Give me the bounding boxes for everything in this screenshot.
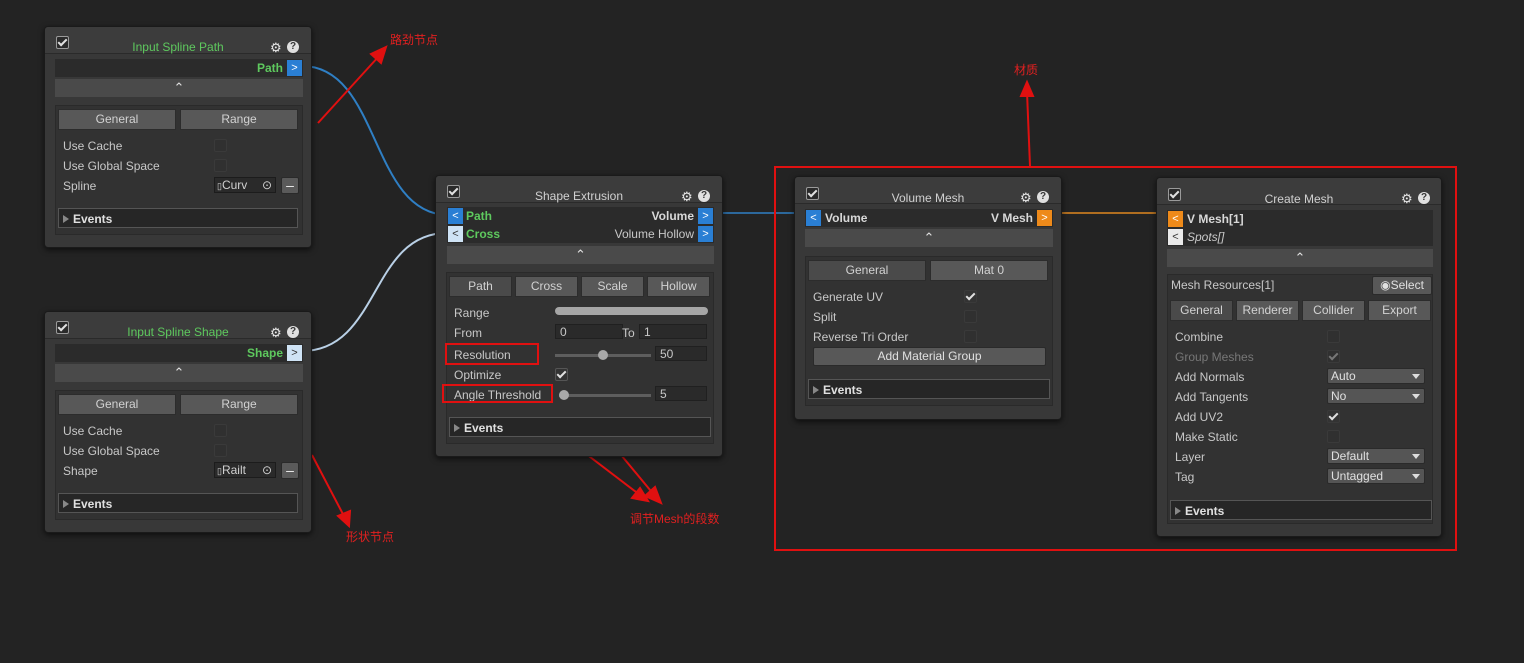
tab-range[interactable]: Range [180,394,298,415]
annotation-shape-node: 形状节点 [346,530,395,544]
use-cache-label: Use Cache [63,424,123,438]
range-slider[interactable] [555,307,708,315]
output-port-volume[interactable]: > [698,208,713,224]
collapse-button[interactable]: ⌃ [55,79,303,97]
gear-icon[interactable]: ⚙ [270,41,283,54]
node-title: Shape Extrusion [534,189,624,203]
input-spline-shape-node[interactable]: Input Spline Shape ⚙ ? Shape > ⌃ General… [44,311,312,533]
events-foldout[interactable]: Events [449,417,711,437]
events-foldout[interactable]: Events [58,208,298,228]
settings-panel: General Range Use Cache Use Global Space… [55,105,303,235]
settings-panel: General Range Use Cache Use Global Space… [55,390,303,520]
port-label-volume: Volume [651,209,694,223]
shape-extrusion-node[interactable]: Shape Extrusion ⚙ ? < Path Volume > < Cr… [435,175,723,457]
gear-icon[interactable]: ⚙ [681,190,694,203]
use-global-space-label: Use Global Space [63,159,160,173]
annotation-mesh-segments: 调节Mesh的段数 [630,512,720,526]
input-port-path[interactable]: < [448,208,463,224]
use-cache-label: Use Cache [63,139,123,153]
material-highlight-box [774,166,1457,551]
help-icon[interactable]: ? [698,190,710,202]
shape-value: Railt [221,463,246,477]
angle-threshold-slider-knob[interactable] [559,390,569,400]
foldout-arrow-icon [63,215,69,223]
use-global-space-label: Use Global Space [63,444,160,458]
from-label: From [454,326,482,340]
resolution-highlight-box [445,343,539,365]
spline-label: Spline [63,179,97,193]
port-label-cross: Cross [466,227,501,241]
events-foldout[interactable]: Events [58,493,298,513]
shape-object-field[interactable]: ▯Railt ⊙ [214,462,276,478]
range-label: Range [454,306,490,320]
node-title-bar[interactable]: Shape Extrusion ⚙ ? [436,176,722,203]
angle-threshold-slider-track[interactable] [559,394,651,397]
output-port-row: Path > [55,59,303,77]
events-label: Events [464,421,504,435]
angle-threshold-highlight-box [442,384,553,403]
port-row-cross-hollow: < Cross Volume Hollow > [447,225,714,243]
arrow-path-node [317,54,381,124]
optimize-label: Optimize [454,368,502,382]
input-port-cross[interactable]: < [448,226,463,242]
port-label-path: Path [466,209,493,223]
tab-cross[interactable]: Cross [515,276,578,297]
shape-label: Shape [63,464,98,478]
collapse-button[interactable]: ⌃ [447,246,714,264]
port-label-shape: Shape [246,346,283,360]
port-label-volume-hollow: Volume Hollow [614,227,694,241]
gear-icon[interactable]: ⚙ [270,326,283,339]
port-label-path: Path [256,61,283,75]
spline-value: Curv [221,178,248,192]
wire-shape-to-cross [301,232,448,352]
events-label: Events [73,497,113,511]
output-port-volume-hollow[interactable]: > [698,226,713,242]
remove-button[interactable]: – [281,462,299,479]
from-input[interactable]: 0 [555,324,623,339]
tab-path[interactable]: Path [449,276,512,297]
tab-hollow[interactable]: Hollow [647,276,710,297]
optimize-checkbox[interactable] [555,368,568,381]
to-label: To [622,326,635,340]
node-title-bar[interactable]: Input Spline Path ⚙ ? [45,27,311,54]
use-cache-checkbox[interactable] [214,139,227,152]
tab-general[interactable]: General [58,394,176,415]
annotation-material: 材质 [1014,63,1039,77]
target-icon[interactable]: ⊙ [262,463,272,478]
output-port-path[interactable]: > [287,60,302,76]
port-row-path-volume: < Path Volume > [447,207,714,225]
annotation-path-node: 路劲节点 [390,33,439,47]
events-label: Events [73,212,113,226]
output-port-shape[interactable]: > [287,345,302,361]
help-icon[interactable]: ? [287,326,299,338]
resolution-input[interactable]: 50 [655,346,707,361]
remove-button[interactable]: – [281,177,299,194]
tab-scale[interactable]: Scale [581,276,644,297]
tab-general[interactable]: General [58,109,176,130]
tab-range[interactable]: Range [180,109,298,130]
arrow-material [1026,91,1031,167]
resolution-slider-knob[interactable] [598,350,608,360]
target-icon[interactable]: ⊙ [262,178,272,193]
angle-threshold-input[interactable]: 5 [655,386,707,401]
node-title-bar[interactable]: Input Spline Shape ⚙ ? [45,312,311,339]
to-input[interactable]: 1 [639,324,707,339]
spline-object-field[interactable]: ▯Curv ⊙ [214,177,276,193]
use-cache-checkbox[interactable] [214,424,227,437]
foldout-arrow-icon [454,424,460,432]
wire-path-to-path [301,65,448,216]
foldout-arrow-icon [63,500,69,508]
input-spline-path-node[interactable]: Input Spline Path ⚙ ? Path > ⌃ General R… [44,26,312,248]
output-port-row: Shape > [55,344,303,362]
use-global-space-checkbox[interactable] [214,159,227,172]
use-global-space-checkbox[interactable] [214,444,227,457]
help-icon[interactable]: ? [287,41,299,53]
arrow-shape-node [311,454,346,519]
collapse-button[interactable]: ⌃ [55,364,303,382]
